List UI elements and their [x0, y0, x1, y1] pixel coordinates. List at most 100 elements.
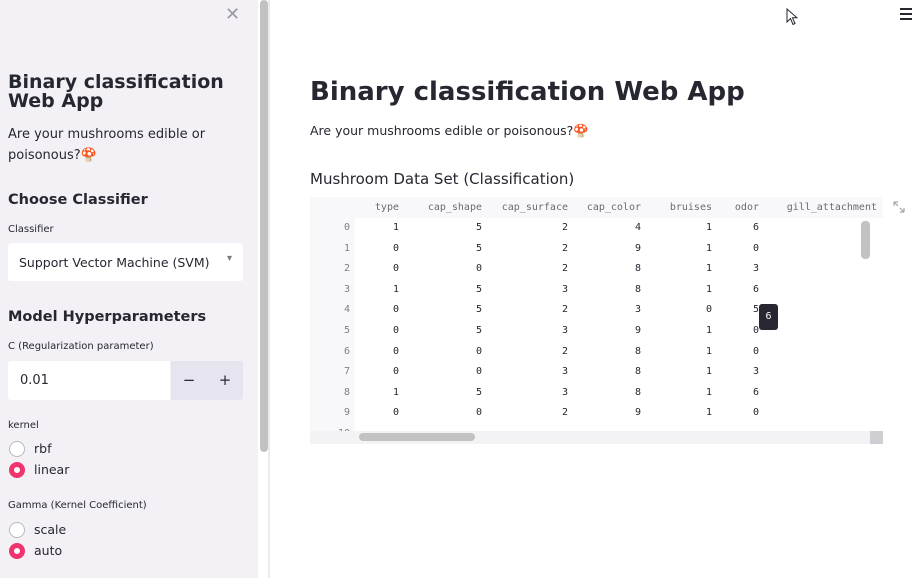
radio-label: auto	[34, 543, 63, 558]
table-cell[interactable]: 1	[658, 259, 712, 279]
table-cell[interactable]: 8	[573, 280, 641, 300]
c-param-value: 0.01	[20, 373, 49, 388]
increment-button[interactable]: +	[207, 361, 243, 400]
table-vertical-scrollbar[interactable]	[861, 221, 870, 259]
table-cell[interactable]: 2	[498, 342, 568, 362]
c-param-field[interactable]: 0.01	[8, 361, 170, 400]
choose-classifier-heading: Choose Classifier	[8, 192, 148, 208]
row-index: 8	[343, 386, 350, 398]
table-cell[interactable]: 1	[658, 342, 712, 362]
table-cell[interactable]: 2	[498, 239, 568, 259]
table-cell[interactable]: 0	[365, 300, 399, 320]
radio-button[interactable]	[9, 522, 25, 538]
hamburger-menu-icon[interactable]	[900, 8, 912, 23]
table-cell[interactable]: 0	[365, 259, 399, 279]
table-cell[interactable]: 0	[733, 321, 759, 341]
table-cell[interactable]: 2	[498, 403, 568, 423]
table-cell[interactable]: 0	[425, 362, 482, 382]
table-cell[interactable]: 0	[425, 342, 482, 362]
table-cell[interactable]: 5	[425, 383, 482, 403]
table-cell[interactable]: 0	[658, 300, 712, 320]
table-cell[interactable]: 2	[498, 259, 568, 279]
table-cell[interactable]: 0	[733, 239, 759, 259]
radio-button[interactable]	[9, 441, 25, 457]
table-cell[interactable]: 1	[365, 218, 399, 238]
table-cell[interactable]: 9	[573, 321, 641, 341]
table-cell[interactable]: 1	[658, 321, 712, 341]
decrement-button[interactable]: −	[171, 361, 207, 400]
table-cell[interactable]: 6	[733, 280, 759, 300]
table-cell[interactable]: 3	[498, 383, 568, 403]
column-header[interactable]: type	[365, 198, 399, 218]
column-header[interactable]: cap_surface	[498, 198, 568, 218]
table-cell[interactable]: 5	[425, 300, 482, 320]
table-cell[interactable]: 1	[365, 280, 399, 300]
table-cell[interactable]: 9	[573, 239, 641, 259]
page-title: Binary classification Web App	[310, 77, 745, 107]
table-cell[interactable]: 3	[498, 280, 568, 300]
table-cell[interactable]: 5	[425, 218, 482, 238]
classifier-label: Classifier	[8, 224, 54, 235]
column-header[interactable]: gill_attachment	[782, 198, 877, 218]
table-cell[interactable]: 6	[733, 218, 759, 238]
sidebar-subtitle: Are your mushrooms edible or poisonous?🍄	[8, 127, 206, 163]
table-cell[interactable]: 1	[658, 280, 712, 300]
table-cell[interactable]: 9	[573, 403, 641, 423]
table-cell[interactable]: 0	[365, 403, 399, 423]
table-cell[interactable]: 0	[365, 362, 399, 382]
dataframe-table[interactable]: type cap_shape cap_surface cap_color bruises…	[310, 197, 883, 444]
table-scroll-corner	[870, 431, 883, 444]
table-cell[interactable]: 1	[658, 362, 712, 382]
table-cell[interactable]: 5	[425, 239, 482, 259]
table-horizontal-scrollbar[interactable]	[359, 433, 475, 441]
table-cell[interactable]: 8	[573, 259, 641, 279]
table-cell[interactable]: 1	[365, 383, 399, 403]
row-index: 3	[343, 283, 350, 295]
table-cell[interactable]: 3	[573, 300, 641, 320]
radio-label: rbf	[34, 441, 52, 456]
fullscreen-expand-icon[interactable]	[893, 201, 905, 213]
table-cell[interactable]: 5	[425, 280, 482, 300]
table-cell[interactable]: 2	[498, 218, 568, 238]
radio-label: scale	[34, 522, 67, 537]
table-cell[interactable]: 6	[733, 383, 759, 403]
table-cell[interactable]: 8	[573, 383, 641, 403]
table-cell[interactable]: 1	[658, 383, 712, 403]
column-header[interactable]: cap_shape	[425, 198, 482, 218]
row-index: 4	[343, 304, 350, 316]
table-cell[interactable]: 0	[425, 403, 482, 423]
table-cell[interactable]: 0	[365, 239, 399, 259]
table-cell[interactable]: 0	[365, 321, 399, 341]
table-cell[interactable]: 5	[425, 321, 482, 341]
table-cell[interactable]: 3	[498, 321, 568, 341]
table-cell[interactable]: 2	[498, 300, 568, 320]
table-cell[interactable]: 1	[658, 218, 712, 238]
table-cell[interactable]: 3	[733, 362, 759, 382]
row-index: 6	[343, 345, 350, 357]
table-cell[interactable]: 8	[573, 362, 641, 382]
table-cell[interactable]: 1	[658, 403, 712, 423]
table-cell[interactable]: 0	[733, 342, 759, 362]
table-cell[interactable]: 3	[498, 362, 568, 382]
table-cell[interactable]: 0	[425, 259, 482, 279]
sidebar: ✕ Binary classification Web App Are your…	[0, 0, 258, 578]
sidebar-title: Binary classification Web App	[8, 71, 224, 112]
table-cell[interactable]: 3	[733, 259, 759, 279]
sidebar-divider	[268, 0, 270, 578]
column-header[interactable]: bruises	[658, 198, 712, 218]
column-header[interactable]: odor	[733, 198, 759, 218]
radio-button-selected[interactable]	[9, 462, 25, 478]
radio-button-selected[interactable]	[9, 543, 25, 559]
sidebar-scrollbar[interactable]	[260, 0, 268, 452]
table-cell[interactable]: 0	[365, 342, 399, 362]
table-cell[interactable]: 8	[573, 342, 641, 362]
table-cell[interactable]: 5	[733, 300, 759, 320]
mouse-cursor-icon	[786, 8, 798, 26]
close-icon[interactable]: ✕	[225, 4, 240, 25]
gamma-label: Gamma (Kernel Coefficient)	[8, 500, 147, 511]
table-cell[interactable]: 4	[573, 218, 641, 238]
classifier-select[interactable]: Support Vector Machine (SVM) ▾	[8, 243, 243, 281]
column-header[interactable]: cap_color	[573, 198, 641, 218]
table-cell[interactable]: 1	[658, 239, 712, 259]
table-cell[interactable]: 0	[733, 403, 759, 423]
